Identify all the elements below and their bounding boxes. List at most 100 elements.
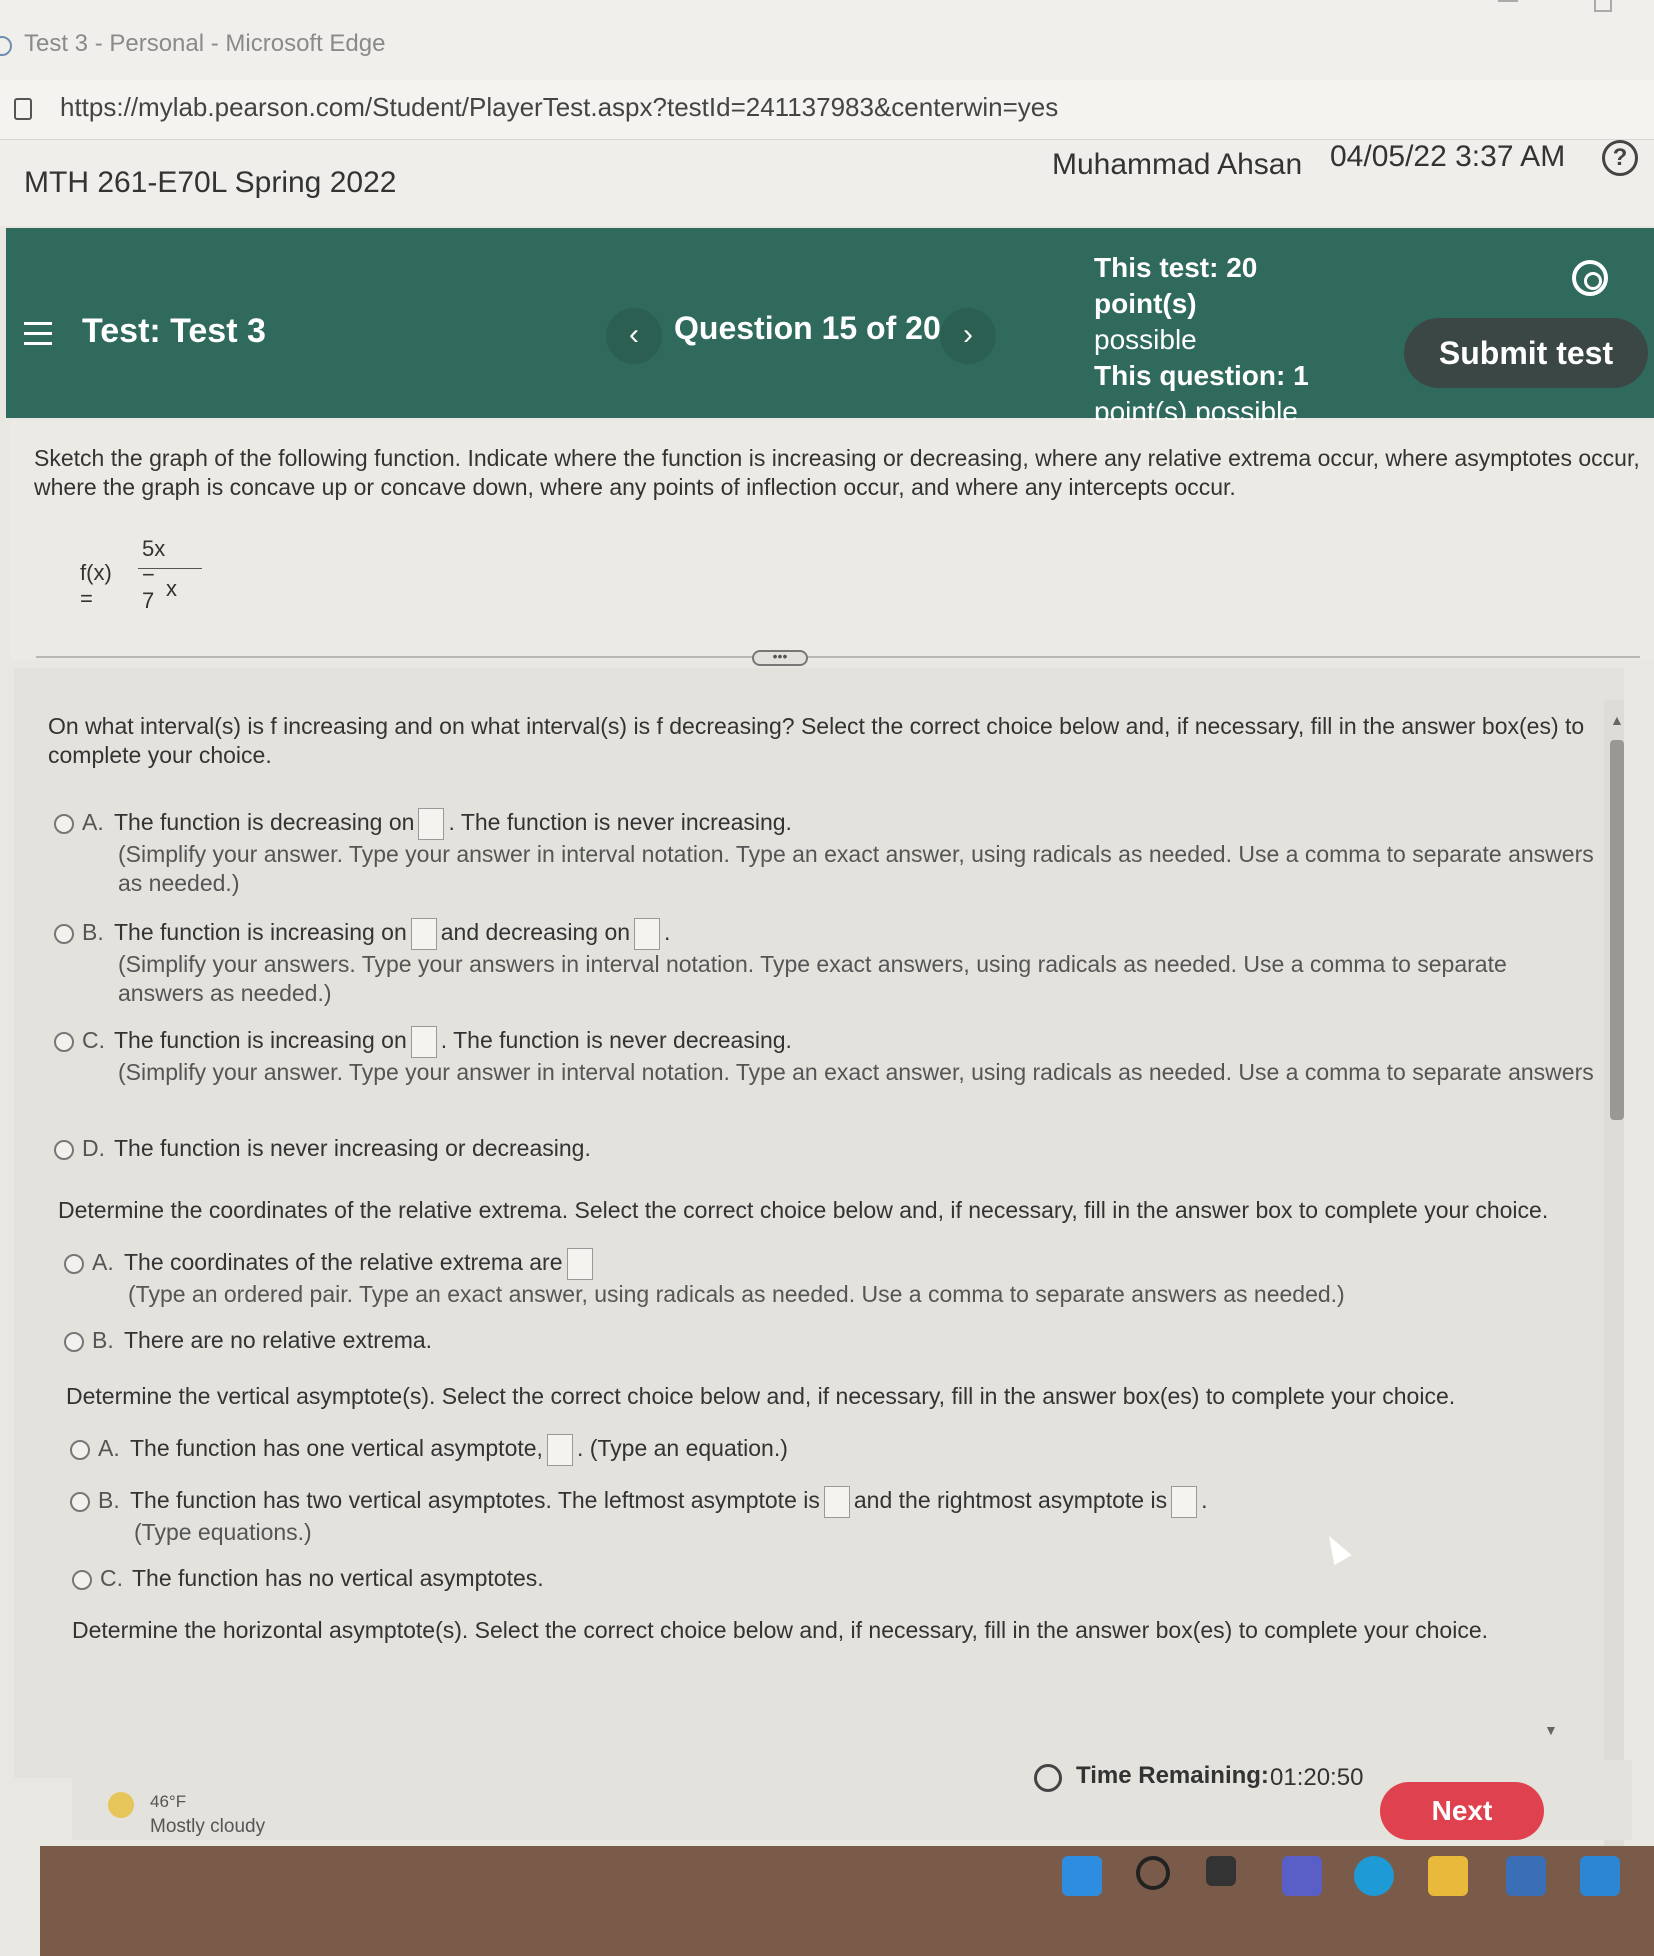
option-letter: C. xyxy=(82,1027,105,1054)
next-question-arrow-button[interactable]: › xyxy=(940,308,996,364)
search-icon[interactable] xyxy=(1136,1856,1170,1890)
weather-icon[interactable] xyxy=(108,1792,134,1818)
answer-box[interactable] xyxy=(410,918,437,950)
edge-app-icon xyxy=(0,36,12,56)
option-text: . xyxy=(664,919,671,946)
radio-button[interactable] xyxy=(54,1139,74,1160)
browser-titlebar: Test 3 - Personal - Microsoft Edge xyxy=(0,0,1654,80)
radio-button[interactable] xyxy=(70,1492,90,1512)
fraction-bar xyxy=(138,568,202,569)
part1-option-a[interactable]: A. The function is decreasing on . The fu… xyxy=(54,808,1594,898)
option-hint: (Simplify your answer. Type your answer … xyxy=(118,841,1594,896)
time-remaining-label: Time Remaining: xyxy=(1076,1762,1269,1789)
option-text: . The function is never increasing. xyxy=(448,809,792,836)
scroll-up-icon[interactable]: ▲ xyxy=(1610,712,1624,728)
option-letter: A. xyxy=(98,1435,120,1462)
test-points-line2: possible xyxy=(1094,324,1197,355)
part1-option-b[interactable]: B. The function is increasing on and decr… xyxy=(54,918,1594,1008)
part4-prompt: Determine the horizontal asymptote(s). S… xyxy=(72,1617,1489,1643)
test-points-line1: This test: 20 point(s) xyxy=(1094,252,1258,319)
option-text: The function is increasing on xyxy=(113,919,407,946)
scrollbar-thumb[interactable] xyxy=(1610,740,1624,1120)
part1-prompt: On what interval(s) is f increasing and … xyxy=(48,713,1585,768)
lock-icon[interactable] xyxy=(14,98,32,120)
option-letter: C. xyxy=(100,1565,123,1591)
answer-box[interactable] xyxy=(410,1026,437,1058)
option-letter: B. xyxy=(98,1487,120,1514)
os-taskbar xyxy=(40,1846,1654,1956)
radio-button[interactable] xyxy=(54,924,74,944)
part3-option-c[interactable]: C. The function has no vertical asymptot… xyxy=(72,1564,1592,1593)
option-text: . (Type an equation.) xyxy=(576,1435,788,1462)
radio-button[interactable] xyxy=(64,1331,84,1352)
clock-icon xyxy=(1034,1764,1062,1792)
radio-button[interactable] xyxy=(70,1440,90,1460)
option-text: and the rightmost asymptote is xyxy=(853,1487,1168,1514)
part3-option-a[interactable]: A. The function has one vertical asympto… xyxy=(70,1434,1590,1466)
task-view-icon[interactable] xyxy=(1206,1856,1236,1886)
app-header: MTH 261-E70L Spring 2022 Muhammad Ahsan … xyxy=(0,140,1654,226)
date-time: 04/05/22 3:37 AM xyxy=(1330,140,1566,173)
radio-button[interactable] xyxy=(72,1569,92,1590)
footer-bar: Time Remaining: 01:20:50 Next xyxy=(72,1760,1632,1840)
part1-option-c[interactable]: C. The function is increasing on . The fu… xyxy=(54,1026,1594,1087)
option-letter: D. xyxy=(82,1135,105,1161)
teams-chat-icon[interactable] xyxy=(1282,1856,1322,1896)
answer-box[interactable] xyxy=(418,808,445,840)
option-text: The function has two vertical asymptotes… xyxy=(129,1487,820,1514)
file-explorer-icon[interactable] xyxy=(1428,1856,1468,1896)
test-title: Test: Test 3 xyxy=(82,312,266,350)
course-name: MTH 261-E70L Spring 2022 xyxy=(24,166,397,199)
question-counter[interactable]: Question 15 of 20 xyxy=(674,310,941,347)
weather-temperature[interactable]: 46°F xyxy=(150,1792,186,1812)
hamburger-menu-icon[interactable] xyxy=(24,322,52,352)
help-icon[interactable]: ? xyxy=(1602,140,1638,176)
option-text: The function is increasing on xyxy=(113,1027,407,1054)
test-toolbar: Test: Test 3 ‹ Question 15 of 20 › This … xyxy=(6,228,1654,427)
next-button[interactable]: Next xyxy=(1380,1782,1544,1840)
part1-option-d[interactable]: D. The function is never increasing or d… xyxy=(54,1134,1594,1163)
option-text: The function is decreasing on xyxy=(113,809,415,836)
part3-option-b[interactable]: B. The function has two vertical asympto… xyxy=(70,1486,1590,1547)
store-icon[interactable] xyxy=(1506,1856,1546,1896)
part2-option-a[interactable]: A. The coordinates of the relative extre… xyxy=(64,1248,1594,1309)
option-letter: A. xyxy=(82,809,104,836)
weather-description[interactable]: Mostly cloudy xyxy=(150,1816,265,1838)
question-points-line1: This question: 1 xyxy=(1094,360,1309,391)
answer-box[interactable] xyxy=(1171,1486,1198,1518)
url-text[interactable]: https://mylab.pearson.com/Student/Player… xyxy=(60,92,1058,123)
mail-icon[interactable] xyxy=(1580,1856,1620,1896)
time-remaining-value: 01:20:50 xyxy=(1270,1764,1364,1791)
radio-button[interactable] xyxy=(64,1254,84,1274)
radio-button[interactable] xyxy=(54,1032,74,1052)
edge-browser-icon[interactable] xyxy=(1354,1856,1394,1896)
maximize-icon[interactable] xyxy=(1594,0,1612,12)
option-text: The coordinates of the relative extrema … xyxy=(123,1249,563,1276)
option-text: The function has no vertical asymptotes. xyxy=(131,1565,544,1591)
gear-icon[interactable] xyxy=(1572,260,1608,296)
answer-box[interactable] xyxy=(823,1486,850,1518)
option-letter: B. xyxy=(82,919,104,946)
option-text: The function is never increasing or decr… xyxy=(113,1135,591,1161)
part2-option-b[interactable]: B. There are no relative extrema. xyxy=(64,1326,1594,1355)
answer-box[interactable] xyxy=(566,1248,593,1280)
answer-box[interactable] xyxy=(634,918,661,950)
pane-resize-handle[interactable]: ••• xyxy=(752,649,808,666)
option-letter: B. xyxy=(92,1327,114,1353)
windows-start-icon[interactable] xyxy=(1062,1856,1102,1896)
previous-question-button[interactable]: ‹ xyxy=(606,308,662,364)
option-hint: (Type an ordered pair. Type an exact ans… xyxy=(128,1281,1345,1307)
question-stem: Sketch the graph of the following functi… xyxy=(10,420,1654,660)
option-text: . xyxy=(1201,1487,1208,1514)
minimize-icon[interactable] xyxy=(1498,0,1518,2)
option-letter: A. xyxy=(92,1249,114,1276)
question-text: Sketch the graph of the following functi… xyxy=(34,445,1640,500)
screen: Test 3 - Personal - Microsoft Edge https… xyxy=(0,0,1654,1956)
scroll-down-icon[interactable]: ▼ xyxy=(1544,1722,1558,1738)
radio-button[interactable] xyxy=(54,814,74,834)
address-bar[interactable]: https://mylab.pearson.com/Student/Player… xyxy=(0,80,1654,140)
option-hint: (Type equations.) xyxy=(134,1519,312,1545)
submit-test-button[interactable]: Submit test xyxy=(1404,318,1648,388)
answer-box[interactable] xyxy=(546,1434,573,1466)
option-hint: (Simplify your answer. Type your answer … xyxy=(118,1059,1594,1085)
